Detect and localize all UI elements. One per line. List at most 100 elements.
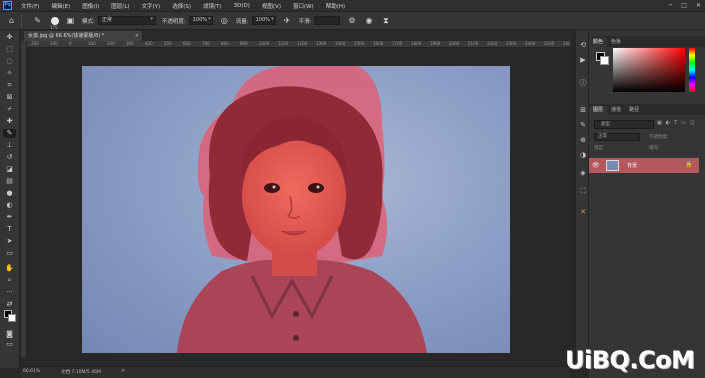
ruler-tick-label: 1500 xyxy=(354,41,365,46)
menu-file[interactable]: 文件(F) xyxy=(15,2,45,10)
minimize-button[interactable]: ─ xyxy=(669,2,673,9)
path-select-icon[interactable]: ➤ xyxy=(3,237,16,246)
menu-edit[interactable]: 编辑(E) xyxy=(45,2,76,10)
mode-select[interactable]: 正常 xyxy=(97,16,156,25)
home-icon[interactable]: ⌂ xyxy=(6,15,17,26)
tab-channels[interactable]: 通道 xyxy=(607,106,625,115)
status-bar: 66.61% 文档:7.10M/5.46M > xyxy=(21,366,570,378)
zoom-icon[interactable]: ⌕ xyxy=(3,276,16,285)
healing-icon[interactable]: ✚ xyxy=(3,117,16,126)
menu-filter[interactable]: 滤镜(T) xyxy=(197,2,228,10)
opacity-input[interactable]: 100% xyxy=(188,16,213,25)
pen-icon[interactable]: ✒ xyxy=(3,213,16,222)
tools-orange-icon[interactable]: ✕ xyxy=(578,207,588,217)
filter-type-icon[interactable]: T xyxy=(674,120,677,126)
tab-layers[interactable]: 图层 xyxy=(589,106,608,115)
more-icon[interactable]: ··· xyxy=(3,288,16,297)
status-menu-arrow[interactable]: > xyxy=(121,368,125,374)
pressure-size-icon[interactable]: ◉ xyxy=(363,15,374,26)
frame-icon[interactable]: ⊠ xyxy=(3,93,16,102)
ruler-tick-label: 200 xyxy=(107,41,115,46)
quick-mask-icon[interactable]: ◙ xyxy=(3,330,16,339)
close-tab-icon[interactable]: × xyxy=(135,31,139,41)
shape-icon[interactable]: ▭ xyxy=(3,249,16,258)
gradient-icon[interactable]: ▤ xyxy=(3,177,16,186)
girl-photo-with-quick-mask[interactable] xyxy=(82,66,510,353)
layer-row-background[interactable]: 👁 背景 🔒 xyxy=(589,158,699,173)
ruler-tick-label: 400 xyxy=(145,41,153,46)
menu-layer[interactable]: 图层(L) xyxy=(105,2,135,10)
brush-icon[interactable]: ✎ xyxy=(3,129,16,138)
ruler-tick-label: 100 xyxy=(50,41,58,46)
brush-preset-picker[interactable]: 175 xyxy=(50,16,59,30)
info-icon[interactable]: ⓘ xyxy=(578,78,588,88)
3d-icon[interactable]: ◈ xyxy=(578,168,588,178)
zoom-level[interactable]: 66.61% xyxy=(23,369,40,374)
ruler-tick-label: 2400 xyxy=(525,41,536,46)
marquee-icon[interactable]: ⬚ xyxy=(3,45,16,54)
airbrush-icon[interactable]: ✈ xyxy=(282,15,293,26)
properties-icon[interactable]: ⊞ xyxy=(578,105,588,115)
tab-paths[interactable]: 路径 xyxy=(625,106,643,115)
magic-wand-icon[interactable]: ✧ xyxy=(3,69,16,78)
ruler-tick-label: 2200 xyxy=(487,41,498,46)
play-icon[interactable]: ▶ xyxy=(578,55,588,65)
hue-slider[interactable] xyxy=(689,48,695,92)
move-icon[interactable]: ✥ xyxy=(3,33,16,42)
menu-view[interactable]: 视图(V) xyxy=(256,2,287,10)
adjustments-icon[interactable]: ◑ xyxy=(578,150,588,160)
layer-name[interactable]: 背景 xyxy=(627,162,637,169)
ruler-tick-label: 1200 xyxy=(297,41,308,46)
symmetry-icon[interactable]: ⧗ xyxy=(380,15,391,26)
brush-settings-icon[interactable]: ✎ xyxy=(578,120,588,130)
flow-input[interactable]: 100% xyxy=(251,16,276,25)
lock-icon[interactable]: 🔒 xyxy=(685,161,692,168)
crop-icon[interactable]: ⌗ xyxy=(3,81,16,90)
menu-type[interactable]: 文字(Y) xyxy=(136,2,167,10)
history-brush-icon[interactable]: ↺ xyxy=(3,153,16,162)
canvas-area[interactable] xyxy=(27,48,570,357)
clone-source-icon[interactable]: ⊕ xyxy=(578,135,588,145)
screen-mode-icon[interactable]: ▭ xyxy=(3,340,16,349)
blur-icon[interactable]: ● xyxy=(3,189,16,198)
tab-swatches[interactable]: 色板 xyxy=(607,38,625,47)
history-icon[interactable]: ⟲ xyxy=(578,40,588,50)
ruler-tick-label: 1000 xyxy=(259,41,270,46)
tab-color[interactable]: 颜色 xyxy=(589,38,608,47)
menu-3d[interactable]: 3D(D) xyxy=(228,3,256,9)
gear-icon[interactable]: ⚙ xyxy=(346,15,357,26)
window-controls: ─ □ ✕ xyxy=(669,0,701,11)
brush-settings-toggle-icon[interactable]: ▣ xyxy=(65,15,76,26)
eyedropper-icon[interactable]: ⌿ xyxy=(3,105,16,114)
color-field[interactable] xyxy=(613,48,685,92)
menu-window[interactable]: 窗口(W) xyxy=(287,2,320,10)
panel-background-swatch[interactable] xyxy=(600,56,609,65)
lasso-icon[interactable]: ◌ xyxy=(3,57,16,66)
type-icon[interactable]: T xyxy=(3,225,16,234)
blend-mode-select[interactable]: 正常 xyxy=(594,133,640,141)
smoothing-input[interactable] xyxy=(314,16,341,25)
pressure-opacity-icon[interactable]: ◎ xyxy=(219,15,230,26)
stamp-icon[interactable]: ⊥ xyxy=(3,141,16,150)
menu-image[interactable]: 图像(I) xyxy=(76,2,105,10)
filter-smart-icon[interactable]: ◫ xyxy=(690,120,695,126)
dodge-icon[interactable]: ◐ xyxy=(3,201,16,210)
eraser-icon[interactable]: ◪ xyxy=(3,165,16,174)
menu-select[interactable]: 选择(S) xyxy=(166,2,197,10)
ruler-tick-label: 800 xyxy=(221,41,229,46)
eye-icon[interactable]: 👁 xyxy=(592,162,600,169)
document-tab[interactable]: 女孩.jpg @ 66.6%(快速蒙版/8) * × xyxy=(24,31,142,41)
background-color-swatch[interactable] xyxy=(8,314,16,322)
close-button[interactable]: ✕ xyxy=(696,2,701,9)
filter-shape-icon[interactable]: ▭ xyxy=(681,120,686,126)
transform-icon[interactable]: ⛶ xyxy=(578,186,588,196)
filter-pixel-icon[interactable]: ▣ xyxy=(657,120,662,126)
filter-adjust-icon[interactable]: ◐ xyxy=(666,120,670,126)
hand-icon[interactable]: ✋ xyxy=(3,264,16,273)
swap-icon[interactable]: ⇄ xyxy=(3,300,16,309)
menu-help[interactable]: 帮助(H) xyxy=(320,2,351,10)
layer-filter-input[interactable]: 类型 xyxy=(594,120,654,129)
maximize-button[interactable]: □ xyxy=(681,2,687,9)
fill-label: 填充: xyxy=(649,146,660,151)
brush-tool-icon[interactable]: ✎ xyxy=(32,15,43,26)
